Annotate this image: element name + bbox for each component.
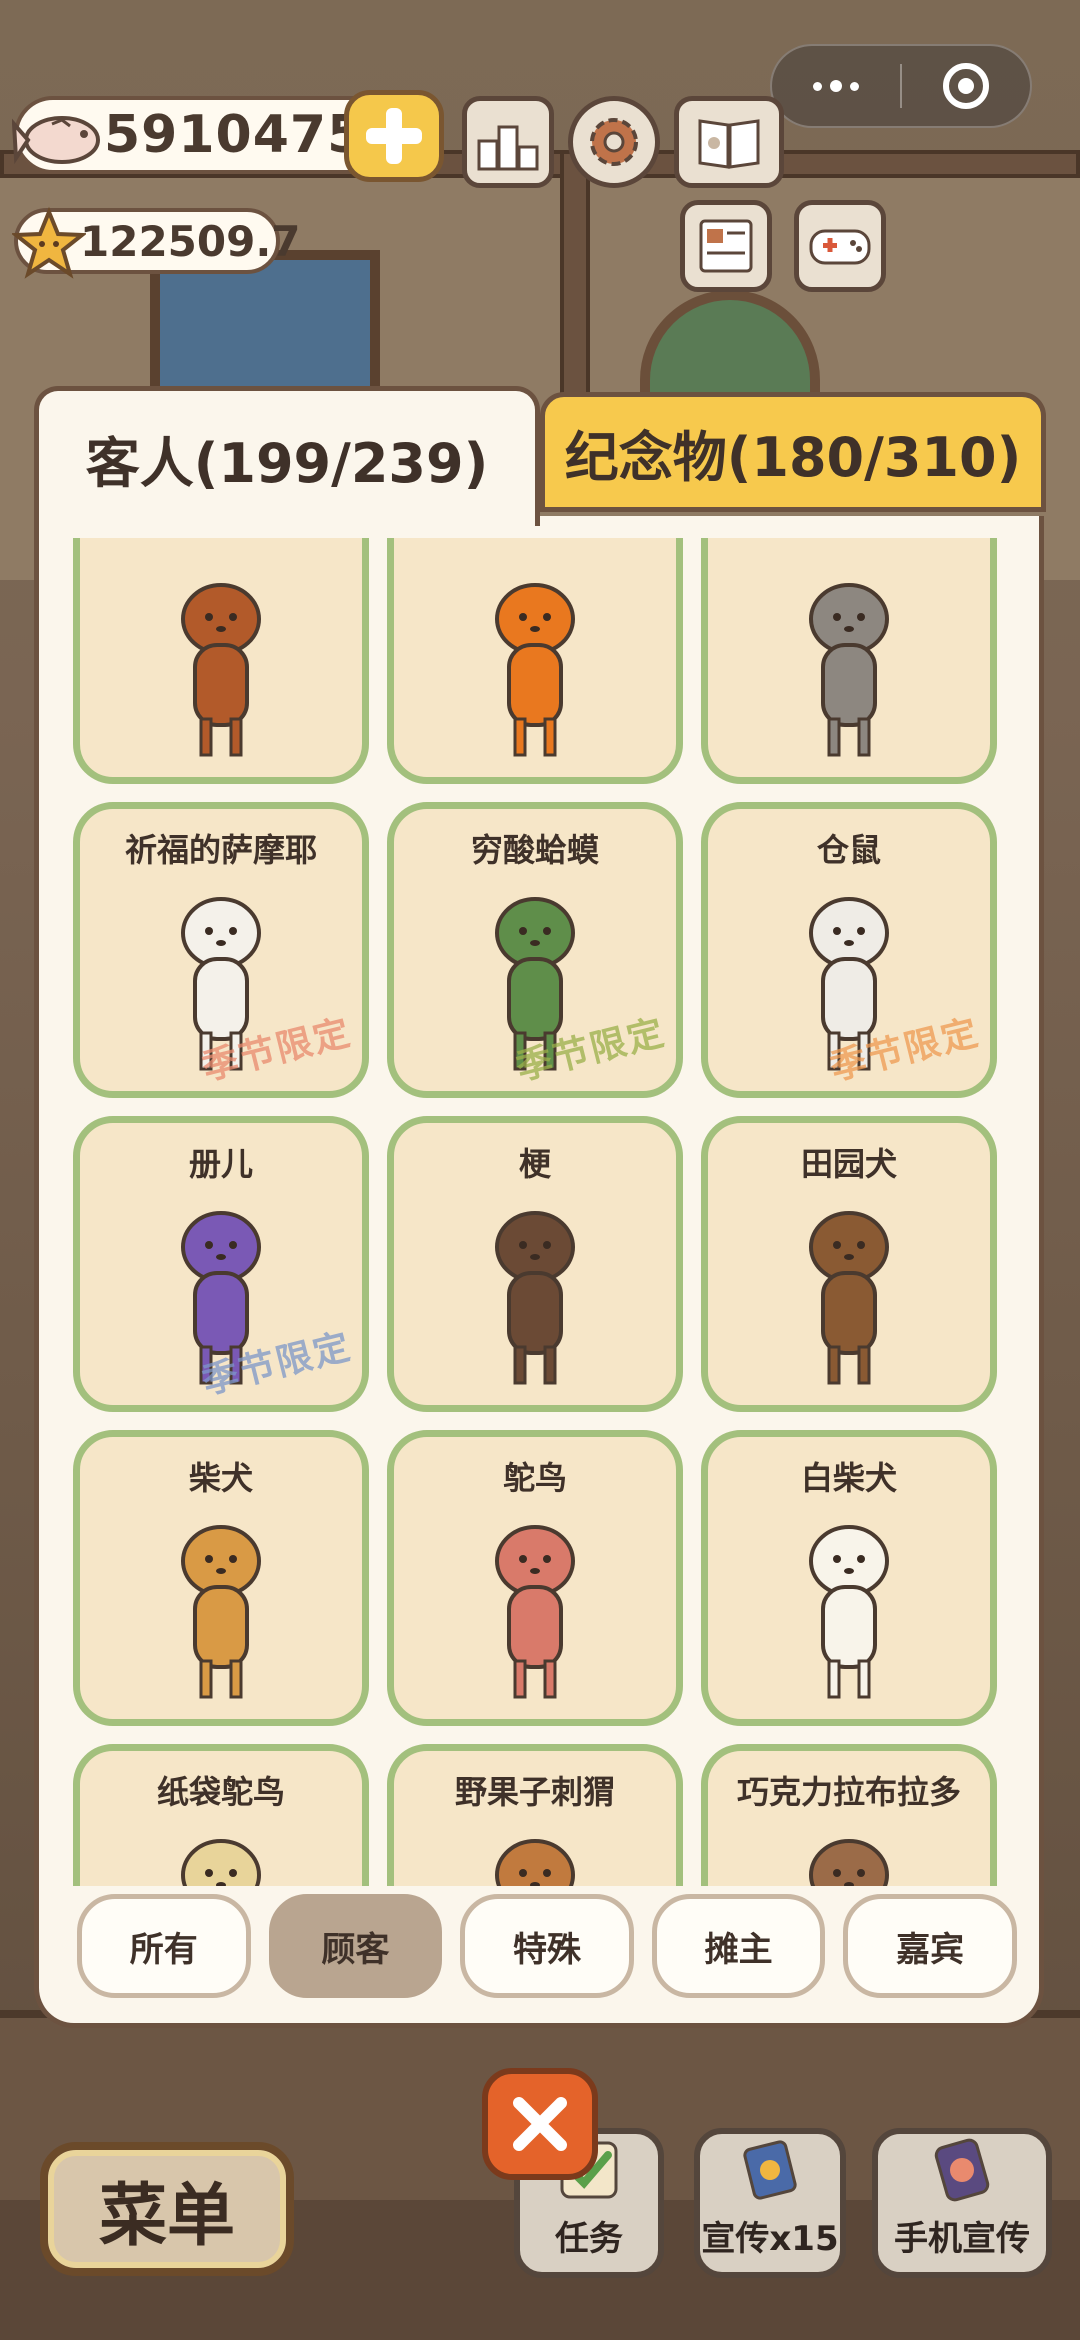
settings-button[interactable] [568, 96, 660, 188]
guide-book-button[interactable] [674, 96, 784, 188]
guest-card[interactable]: 柴犬 [73, 1430, 369, 1726]
tab-guests[interactable]: 客人(199/239) [34, 386, 540, 526]
character-illustration [809, 583, 889, 757]
filter-bar: 所有 顾客 特殊 摊主 嘉宾 [77, 1894, 1017, 1998]
guest-name: 册儿 [188, 1145, 253, 1183]
star-icon [12, 206, 86, 279]
star-amount: 122509.7 [80, 216, 301, 266]
ranking-button[interactable] [462, 96, 554, 188]
guest-card[interactable]: 野果子刺猬 [387, 1744, 683, 1886]
minigame-button[interactable] [794, 200, 886, 292]
character-illustration [181, 583, 261, 757]
star-currency: 122509.7 [12, 206, 301, 279]
book-icon [698, 119, 760, 169]
guest-name: 纸袋鸵鸟 [156, 1773, 285, 1811]
menu-button[interactable]: 菜单 [40, 2142, 294, 2276]
tasks-label: 任务 [555, 2219, 623, 2259]
more-icon[interactable] [772, 80, 900, 92]
guest-name: 白柴犬 [800, 1459, 897, 1497]
fish-amount: 5910475 [104, 105, 365, 165]
filter-guests-of-honor[interactable]: 嘉宾 [843, 1894, 1017, 1998]
guest-grid: 祈福的萨摩耶 季节限定 穷酸蛤蟆 季节限定 仓鼠 季节限定册儿 季节限定 梗 田园犬柴犬 鸵鸟 白柴… [73, 538, 1013, 1886]
character-illustration [495, 1211, 575, 1385]
guest-name: 穷酸蛤蟆 [470, 831, 599, 869]
guest-card[interactable]: 穷酸蛤蟆 季节限定 [387, 802, 683, 1098]
guest-card[interactable] [73, 538, 369, 784]
gear-icon [590, 118, 638, 166]
guest-card[interactable]: 巧克力拉布拉多 [701, 1744, 997, 1886]
guest-card[interactable]: 田园犬 [701, 1116, 997, 1412]
character-illustration [181, 1525, 261, 1699]
filter-all[interactable]: 所有 [77, 1894, 251, 1998]
phone-promo-label: 手机宣传 [894, 2219, 1030, 2259]
promo-button[interactable]: 宣传x15 [694, 2128, 846, 2278]
guest-name: 野果子刺猬 [454, 1773, 615, 1811]
character-illustration [809, 1211, 889, 1385]
close-icon [513, 2097, 567, 2151]
filter-vendors[interactable]: 摊主 [651, 1894, 826, 1998]
filter-customers[interactable]: 顾客 [268, 1894, 443, 1998]
collection-panel: 客人(199/239) 纪念物(180/310) 祈福的萨摩耶 季节限定 穷酸蛤蟆季… [34, 386, 1046, 2028]
character-illustration [495, 583, 575, 757]
character-illustration [809, 1525, 889, 1699]
character-illustration [181, 1839, 261, 1886]
phone-promo-button[interactable]: 手机宣传 [872, 2128, 1052, 2278]
guest-card[interactable]: 祈福的萨摩耶 季节限定 [73, 802, 369, 1098]
phone-promo-icon [934, 2138, 990, 2202]
guest-card[interactable]: 梗 [387, 1116, 683, 1412]
guest-name: 仓鼠 [816, 831, 881, 869]
tab-souvenirs[interactable]: 纪念物(180/310) [540, 392, 1046, 512]
character-illustration [495, 1839, 575, 1886]
guest-card[interactable]: 仓鼠 季节限定 [701, 802, 997, 1098]
guest-card[interactable]: 白柴犬 [701, 1430, 997, 1726]
guest-name: 鸵鸟 [502, 1459, 567, 1497]
gamepad-icon [809, 229, 871, 265]
character-illustration [495, 1525, 575, 1699]
guest-card[interactable]: 册儿 季节限定 [73, 1116, 369, 1412]
news-button[interactable] [680, 200, 772, 292]
guest-name: 祈福的萨摩耶 [124, 831, 317, 869]
guest-card[interactable]: 纸袋鸵鸟 [73, 1744, 369, 1886]
news-icon [699, 219, 753, 273]
character-illustration [809, 1839, 889, 1886]
guest-name: 柴犬 [188, 1459, 253, 1497]
guest-card[interactable]: 鸵鸟 [387, 1430, 683, 1726]
guest-name: 巧克力拉布拉多 [736, 1773, 961, 1811]
target-icon[interactable] [902, 63, 1030, 109]
promo-card-icon [743, 2140, 797, 2200]
close-button[interactable] [482, 2068, 598, 2180]
ranking-icon [477, 125, 539, 171]
add-currency-button[interactable] [344, 90, 444, 182]
promo-label: 宣传x15 [701, 2219, 839, 2259]
filter-special[interactable]: 特殊 [460, 1894, 634, 1998]
guest-name: 田园犬 [800, 1145, 897, 1183]
fish-icon [12, 116, 100, 165]
guest-card[interactable] [387, 538, 683, 784]
mini-program-capsule [770, 44, 1032, 128]
guest-card[interactable] [701, 538, 997, 784]
guest-name: 梗 [518, 1145, 551, 1183]
